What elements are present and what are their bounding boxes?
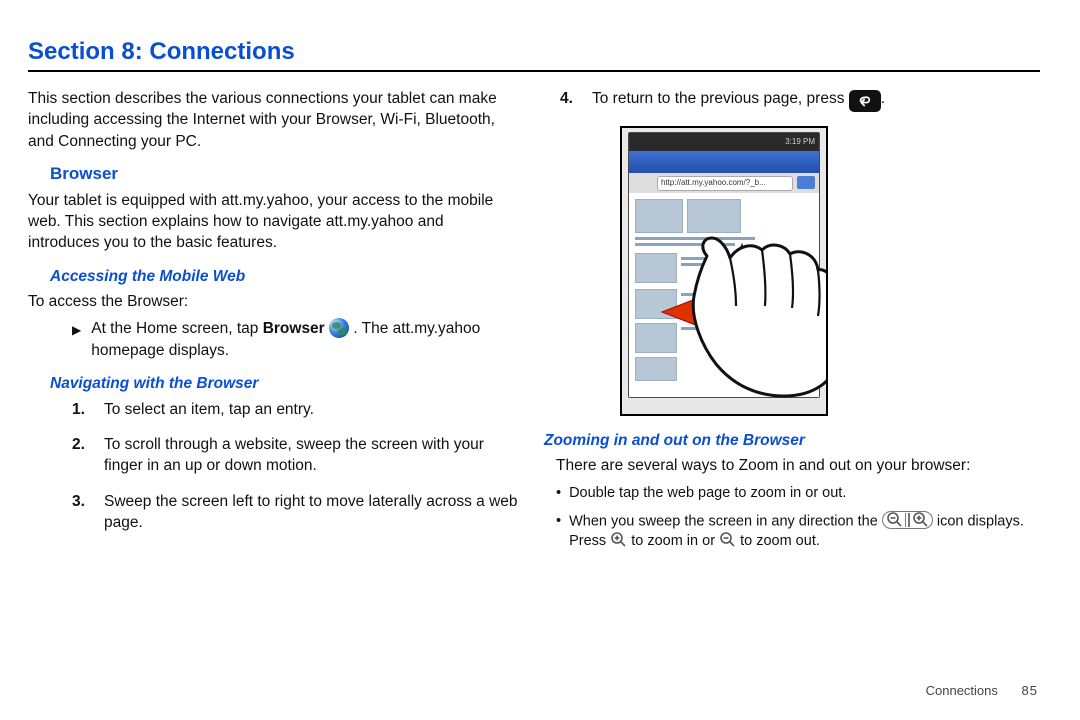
url-text: http://att.my.yahoo.com/?_b... — [657, 176, 793, 191]
globe-icon — [329, 318, 349, 338]
go-button — [797, 176, 815, 189]
browser-screenshot-figure: 3:19 PM http://att.my.yahoo.com/?_b... — [620, 126, 828, 416]
right-column: 4. To return to the previous page, press… — [544, 88, 1034, 559]
access-step-pre: At the Home screen, tap — [91, 320, 262, 337]
nav-text-2: To scroll through a website, sweep the s… — [104, 434, 518, 477]
play-bullet-icon: ▶ — [72, 322, 81, 361]
left-column: This section describes the various conne… — [28, 88, 518, 559]
nav-4-pre: To return to the previous page, press — [592, 90, 849, 107]
intro-paragraph: This section describes the various conne… — [28, 88, 518, 152]
heading-zooming: Zooming in and out on the Browser — [544, 430, 1034, 451]
hand-icon — [672, 198, 828, 398]
zoom-b2-mid2: to zoom in or — [631, 533, 719, 549]
bullet-icon: • — [556, 483, 561, 503]
zoom-intro: There are several ways to Zoom in and ou… — [556, 455, 1034, 476]
status-bar: 3:19 PM — [629, 133, 819, 151]
page-footer: Connections 85 — [926, 683, 1038, 698]
heading-navigating: Navigating with the Browser — [50, 373, 518, 394]
back-button-icon — [849, 90, 881, 112]
divider — [28, 70, 1040, 72]
nav-text-1: To select an item, tap an entry. — [104, 399, 518, 420]
zoom-b2-pre: When you sweep the screen in any directi… — [569, 513, 882, 529]
access-step: ▶ At the Home screen, tap Browser . The … — [72, 318, 518, 361]
heading-browser: Browser — [50, 162, 518, 185]
magnify-minus-icon — [886, 511, 903, 528]
section-title: Section 8: Connections — [28, 38, 1040, 66]
access-intro: To access the Browser: — [28, 291, 518, 312]
browser-tab-bar — [629, 151, 819, 173]
zoom-bullet-1: • Double tap the web page to zoom in or … — [556, 483, 1034, 503]
access-step-bold: Browser — [263, 320, 325, 337]
list-number: 1. — [72, 399, 94, 420]
nav-text-3: Sweep the screen left to right to move l… — [104, 491, 518, 534]
nav-4-post: . — [881, 90, 885, 107]
nav-list: 1. To select an item, tap an entry. 2. T… — [72, 399, 518, 534]
list-number: 2. — [72, 434, 94, 477]
status-time: 3:19 PM — [785, 136, 815, 147]
nav-item-1: 1. To select an item, tap an entry. — [72, 399, 518, 420]
list-number: 4. — [560, 88, 582, 112]
nav-item-2: 2. To scroll through a website, sweep th… — [72, 434, 518, 477]
footer-label: Connections — [926, 683, 998, 698]
zoom-bar-icon — [882, 511, 933, 529]
list-number: 3. — [72, 491, 94, 534]
browser-url-bar: http://att.my.yahoo.com/?_b... — [629, 173, 819, 193]
zoom-bullet-1-text: Double tap the web page to zoom in or ou… — [569, 483, 846, 503]
zoom-bullet-2: • When you sweep the screen in any direc… — [556, 511, 1034, 552]
magnify-plus-icon — [912, 511, 929, 528]
nav-item-4: 4. To return to the previous page, press… — [560, 88, 1034, 112]
nav-item-3: 3. Sweep the screen left to right to mov… — [72, 491, 518, 534]
heading-accessing: Accessing the Mobile Web — [50, 266, 518, 287]
magnify-plus-icon — [610, 531, 627, 548]
browser-paragraph: Your tablet is equipped with att.my.yaho… — [28, 190, 518, 254]
zoom-b2-post: to zoom out. — [740, 533, 820, 549]
bullet-icon: • — [556, 511, 561, 552]
page-number: 85 — [1022, 683, 1038, 698]
magnify-minus-icon — [719, 531, 736, 548]
